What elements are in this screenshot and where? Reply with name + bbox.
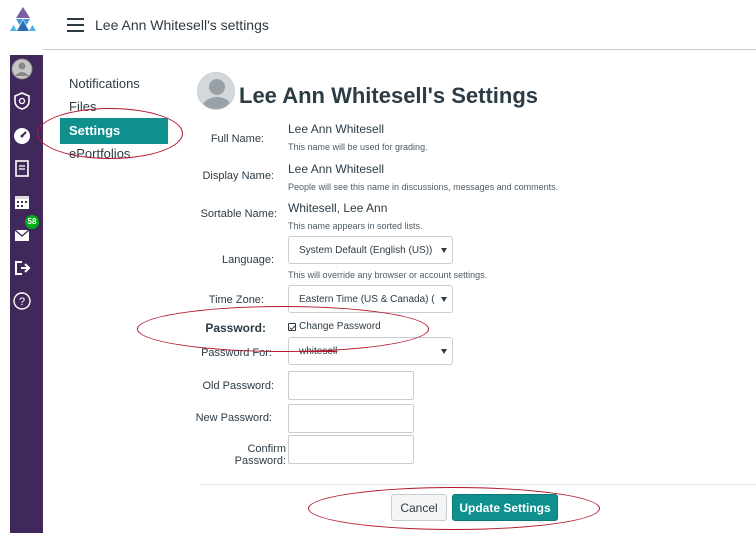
change-password-option[interactable]: Change Password <box>288 321 381 332</box>
cancel-button[interactable]: Cancel <box>391 494 447 521</box>
old-password-input[interactable] <box>288 371 414 400</box>
old-password-label: Old Password: <box>202 380 274 392</box>
subnav-item-notifications[interactable]: Notifications <box>60 75 170 101</box>
full-name-label: Full Name: <box>210 133 264 145</box>
page-title: Lee Ann Whitesell's Settings <box>239 83 539 108</box>
chevron-down-icon <box>441 248 447 253</box>
display-name-hint: People will see this name in discussions… <box>288 182 559 192</box>
full-name-hint: This name will be used for grading. <box>288 142 428 152</box>
institution-logo[interactable] <box>8 6 38 32</box>
courses-book-icon[interactable] <box>0 155 43 181</box>
password-label: Password: <box>205 321 266 335</box>
time-zone-select[interactable]: Eastern Time (US & Canada) ( <box>288 285 453 313</box>
svg-text:?: ? <box>18 296 24 308</box>
password-for-label: Password For: <box>201 347 272 359</box>
subnav-item-files[interactable]: Files <box>60 101 170 118</box>
time-zone-label: Time Zone: <box>208 294 264 306</box>
sortable-name-label: Sortable Name: <box>200 208 277 220</box>
time-zone-selected: Eastern Time (US & Canada) ( <box>299 294 435 305</box>
sortable-name-hint: This name appears in sorted lists. <box>288 221 423 231</box>
global-navigation: 58 ? <box>0 0 43 533</box>
hamburger-menu-icon[interactable] <box>67 18 84 32</box>
confirm-password-input[interactable] <box>288 435 414 464</box>
subnav-item-eportfolios[interactable]: ePortfolios <box>60 145 170 171</box>
inbox-unread-badge: 58 <box>25 215 39 229</box>
account-icon[interactable] <box>0 56 43 82</box>
full-name-value: Lee Ann Whitesell <box>288 122 385 136</box>
password-for-select[interactable]: whitesell <box>288 337 453 365</box>
confirm-password-label: Confirm Password: <box>234 443 286 467</box>
sortable-name-value: Whitesell, Lee Ann <box>288 201 388 215</box>
new-password-input[interactable] <box>288 404 414 433</box>
subnav-item-settings[interactable]: Settings <box>60 118 168 144</box>
dashboard-icon[interactable] <box>0 123 43 149</box>
profile-subnav: Notifications Files Settings ePortfolios <box>60 75 170 171</box>
chevron-down-icon <box>441 297 447 302</box>
page-header: Lee Ann Whitesell's settings <box>43 0 756 50</box>
help-icon[interactable]: ? <box>0 288 43 314</box>
language-label: Language: <box>222 254 274 266</box>
display-name-label: Display Name: <box>202 170 274 182</box>
chevron-down-icon <box>441 349 447 354</box>
breadcrumb[interactable]: Lee Ann Whitesell's settings <box>95 17 269 33</box>
change-password-label: Change Password <box>299 321 381 332</box>
password-for-selected: whitesell <box>299 346 338 357</box>
new-password-label: New Password: <box>195 412 272 424</box>
language-selected: System Default (English (US)) <box>299 245 433 256</box>
change-password-checkbox[interactable] <box>288 322 296 331</box>
form-divider <box>200 484 756 485</box>
admin-shield-icon[interactable] <box>0 88 43 114</box>
calendar-icon[interactable] <box>0 189 43 215</box>
display-name-value: Lee Ann Whitesell <box>288 162 385 176</box>
avatar[interactable] <box>197 72 235 110</box>
page-title-row: Lee Ann Whitesell's Settings <box>197 71 538 111</box>
language-hint: This will override any browser or accoun… <box>288 270 488 280</box>
update-settings-button[interactable]: Update Settings <box>452 494 558 521</box>
language-select[interactable]: System Default (English (US)) <box>288 236 453 264</box>
logout-icon[interactable] <box>0 255 43 281</box>
